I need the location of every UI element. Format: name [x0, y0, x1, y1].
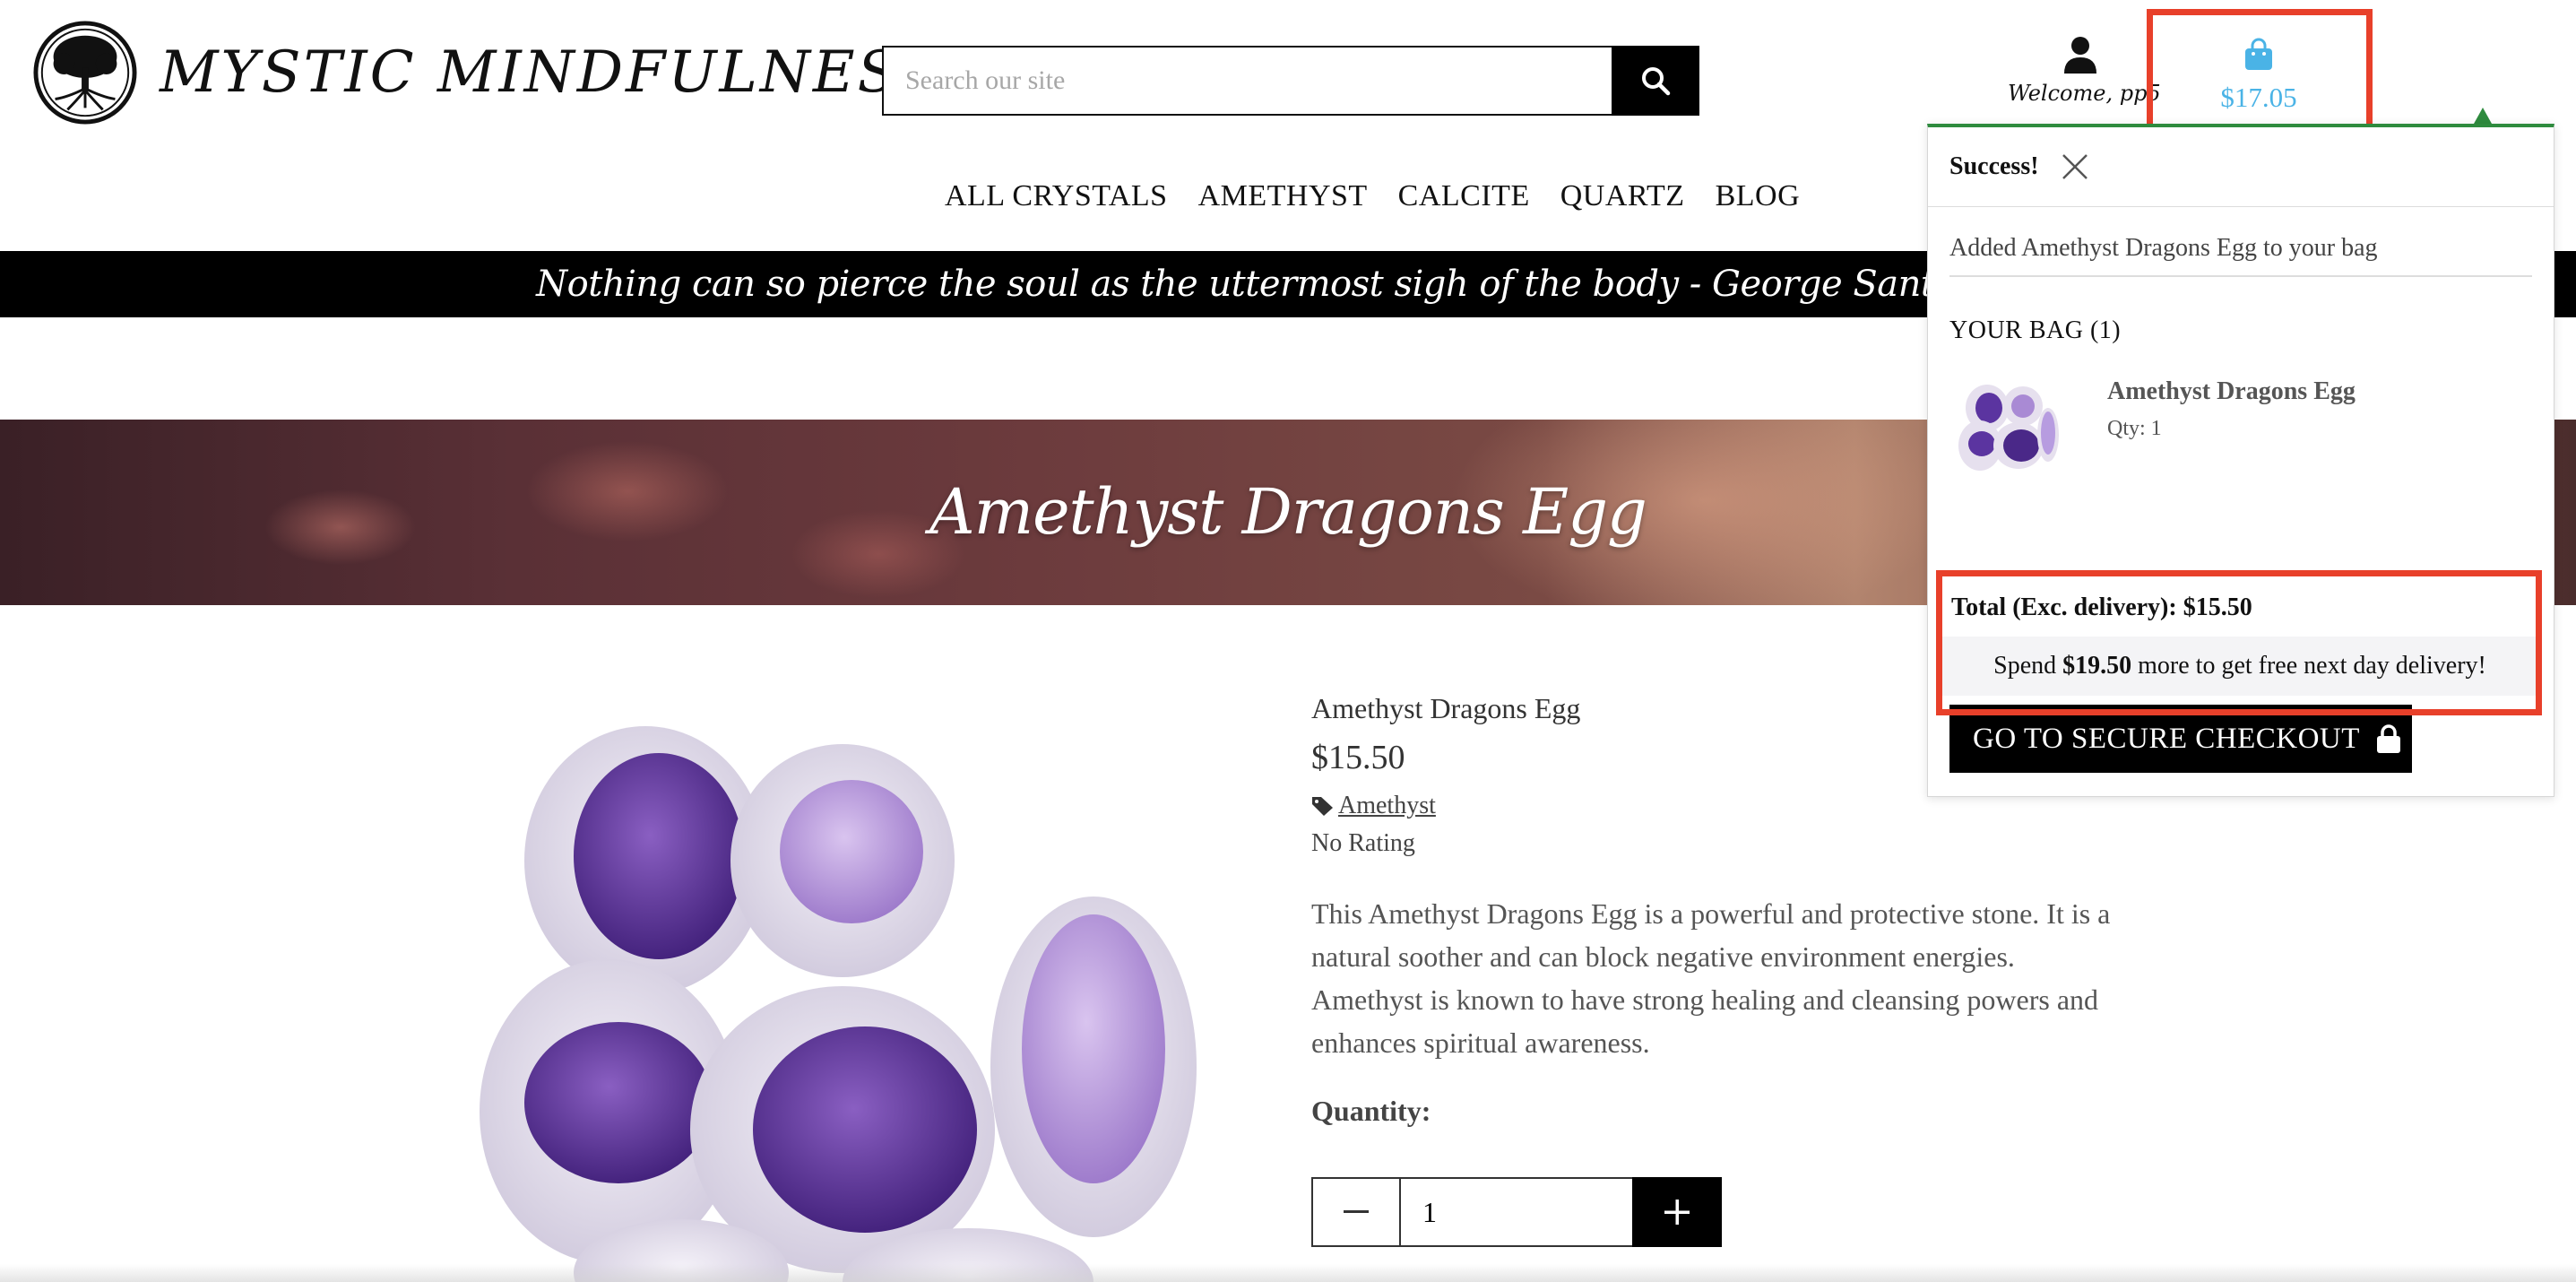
- increment-button[interactable]: [1632, 1177, 1722, 1247]
- nav-quartz[interactable]: QUARTZ: [1560, 179, 1685, 213]
- tree-of-life-icon: [33, 21, 137, 125]
- bag-total: $17.05: [2220, 82, 2297, 113]
- total-label: Total (Exc. delivery):: [1951, 593, 2177, 621]
- close-icon[interactable]: [2061, 152, 2089, 181]
- spend-suffix: more to get free next day delivery!: [2138, 652, 2486, 680]
- main-nav: ALL CRYSTALS AMETHYST CALCITE QUARTZ BLO…: [945, 179, 1800, 213]
- quantity-input[interactable]: [1401, 1177, 1632, 1247]
- page-bottom-fade: [0, 1264, 2576, 1282]
- nav-calcite[interactable]: CALCITE: [1398, 179, 1530, 213]
- total-value: $15.50: [2183, 593, 2252, 621]
- toast-message: Added Amethyst Dragons Egg to your bag: [1949, 207, 2532, 277]
- bag-summary-title: YOUR BAG (1): [1949, 316, 2122, 344]
- bag-item-name: Amethyst Dragons Egg: [2107, 377, 2356, 405]
- account-welcome: Welcome, pp5test: [2008, 81, 2160, 106]
- bag-item[interactable]: Amethyst Dragons Egg Qty: 1: [1928, 372, 2554, 507]
- search-button[interactable]: [1612, 46, 1699, 116]
- quantity-stepper: [1311, 1177, 1722, 1247]
- checkout-label: GO TO SECURE CHECKOUT: [1973, 722, 2360, 755]
- shopping-bag-icon: [2245, 38, 2272, 70]
- account-link[interactable]: Welcome, pp5test: [2001, 36, 2160, 106]
- brand-logo[interactable]: MYSTIC MINDFULNESS: [32, 20, 940, 126]
- nav-all-crystals[interactable]: ALL CRYSTALS: [945, 179, 1168, 213]
- spend-prefix: Spend: [1993, 652, 2057, 680]
- toast-title: Success!: [1949, 152, 2039, 180]
- search-form: [882, 46, 1699, 116]
- shopping-bag-link[interactable]: $17.05: [2151, 11, 2366, 133]
- bag-total-line: Total (Exc. delivery): $15.50: [1951, 593, 2252, 622]
- minus-icon: [1344, 1210, 1369, 1213]
- toast-header: Success!: [1928, 127, 2554, 207]
- user-icon: [2064, 37, 2096, 74]
- lock-icon: [2376, 724, 2400, 753]
- nav-amethyst[interactable]: AMETHYST: [1198, 179, 1368, 213]
- toast-pointer: [2474, 108, 2492, 124]
- spend-amount: $19.50: [2062, 652, 2132, 680]
- secure-checkout-button[interactable]: GO TO SECURE CHECKOUT: [1949, 705, 2412, 773]
- product-description: This Amethyst Dragons Egg is a powerful …: [1311, 897, 2111, 1059]
- decrement-button[interactable]: [1311, 1177, 1401, 1247]
- product-image: [480, 726, 1197, 1282]
- free-delivery-message: Spend $19.50 more to get free next day d…: [1941, 637, 2539, 696]
- bag-item-qty: Qty: 1: [2107, 417, 2162, 440]
- quantity-label: Quantity:: [1311, 1095, 1431, 1127]
- quote-text: Nothing can so pierce the soul as the ut…: [536, 264, 2040, 305]
- plus-icon: [1664, 1200, 1690, 1225]
- bag-item-thumbnail: [1958, 385, 2059, 471]
- brand-name: MYSTIC MINDFULNESS: [160, 39, 941, 106]
- success-toast: Success! Added Amethyst Dragons Egg to y…: [1927, 124, 2554, 797]
- product-category-link[interactable]: Amethyst: [1338, 792, 1436, 820]
- search-input[interactable]: [882, 46, 1612, 116]
- nav-blog[interactable]: BLOG: [1716, 179, 1801, 213]
- product-rating: No Rating: [1311, 829, 1415, 857]
- search-icon: [1642, 67, 1671, 96]
- tag-icon: [1312, 797, 1333, 816]
